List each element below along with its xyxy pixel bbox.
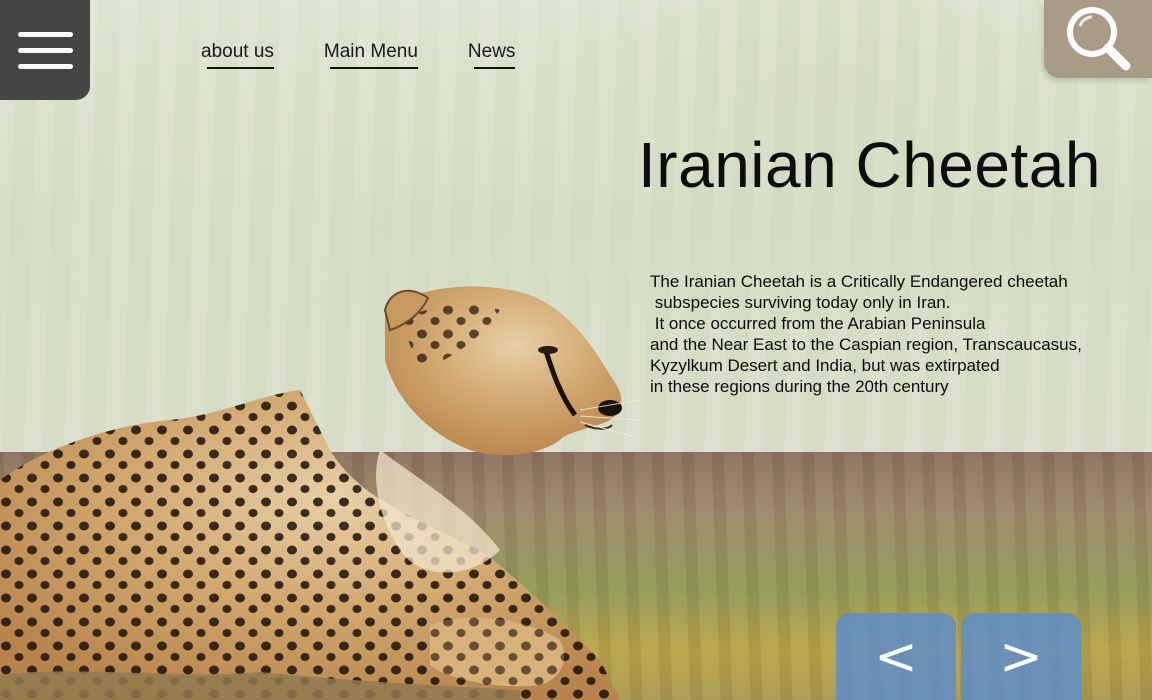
hamburger-icon [17,31,73,37]
nav-link-main-menu[interactable]: Main Menu [324,41,418,69]
chevron-right-icon: > [999,626,1043,687]
page-title: Iranian Cheetah [638,129,1101,201]
hero-description: The Iranian Cheetah is a Critically Enda… [650,271,1082,397]
search-icon [1067,7,1131,71]
nav-link-about-us[interactable]: about us [201,41,274,69]
chevron-left-icon: < [874,626,918,687]
carousel-next-button[interactable]: > [961,613,1081,700]
search-button[interactable] [1044,0,1152,78]
description-line: It once occurred from the Arabian Penins… [650,314,986,333]
top-nav: about us Main Menu News [201,41,515,69]
hamburger-menu-button[interactable] [0,0,90,100]
description-line: and the Near East to the Caspian region,… [650,335,1082,354]
cheetah-image [0,286,640,700]
hamburger-icon-bar-3 [17,63,73,69]
description-line: in these regions during the 20th century [650,377,949,396]
nav-link-news[interactable]: News [468,41,515,69]
description-line: Kyzylkum Desert and India, but was extir… [650,356,1000,375]
carousel-prev-button[interactable]: < [836,613,956,700]
description-line: subspecies surviving today only in Iran. [650,293,951,312]
description-line: The Iranian Cheetah is a Critically Enda… [650,272,1068,291]
hamburger-icon-bar-2 [17,47,73,53]
